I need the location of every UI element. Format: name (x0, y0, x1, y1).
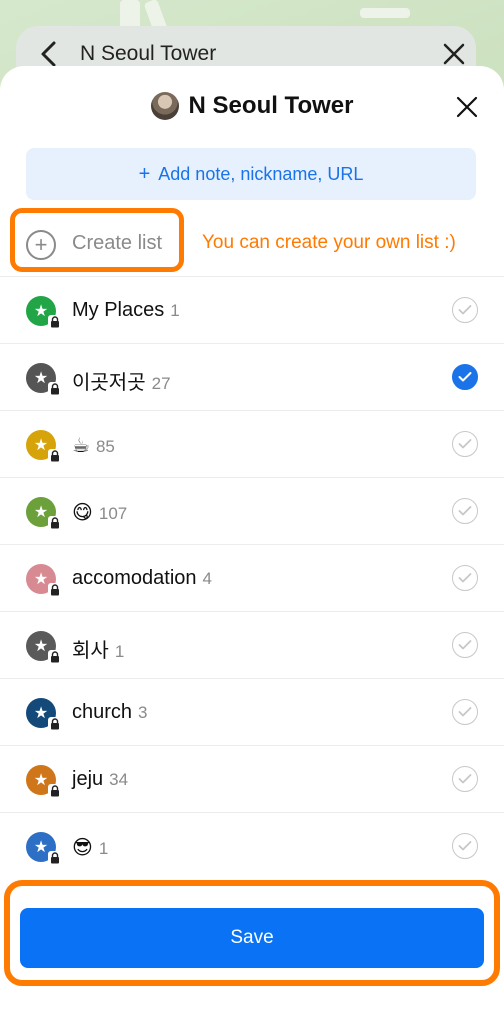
list-item-label: 😎 1 (72, 835, 108, 860)
lock-icon (48, 583, 62, 597)
checkbox[interactable] (452, 431, 478, 457)
lock-icon (48, 784, 62, 798)
search-text[interactable]: N Seoul Tower (80, 40, 216, 68)
list-count: 1 (114, 642, 125, 661)
checkbox-checked[interactable] (452, 364, 478, 390)
back-arrow-icon[interactable] (38, 40, 60, 68)
list-item[interactable]: ★ My Places 1 (0, 276, 504, 343)
annotation-text: You can create your own list :) (202, 232, 456, 253)
list-name: accomodation (72, 567, 197, 589)
list-item[interactable]: ★ 😎 1 (0, 812, 504, 879)
checkbox[interactable] (452, 297, 478, 323)
list-item-label: My Places 1 (72, 299, 180, 322)
list-count: 27 (151, 374, 171, 393)
list-count: 85 (95, 437, 115, 456)
list-name: 😎 (72, 837, 93, 859)
list-count: 107 (98, 504, 128, 523)
lock-icon (48, 851, 62, 865)
list-name: 😋 (72, 502, 93, 524)
list-item[interactable]: ★ 😋 107 (0, 477, 504, 544)
list-container: ★ My Places 1 ★ 이곳저곳 27 ★ ☕ 85 ★ 😋 107 ★ acc… (0, 276, 504, 879)
list-item[interactable]: ★ accomodation 4 (0, 544, 504, 611)
lock-icon (48, 717, 62, 731)
checkbox[interactable] (452, 833, 478, 859)
list-count: 1 (98, 839, 109, 858)
close-icon[interactable] (442, 42, 466, 66)
lock-icon (48, 650, 62, 664)
list-item-label: ☕ 85 (72, 433, 115, 458)
list-item[interactable]: ★ 이곳저곳 27 (0, 343, 504, 410)
list-item[interactable]: ★ church 3 (0, 678, 504, 745)
list-name: jeju (72, 768, 104, 790)
list-item[interactable]: ★ ☕ 85 (0, 410, 504, 477)
list-item[interactable]: ★ jeju 34 (0, 745, 504, 812)
checkbox[interactable] (452, 632, 478, 658)
list-item-label: church 3 (72, 701, 148, 724)
plus-icon: + (138, 162, 151, 185)
add-note-label: Add note, nickname, URL (158, 163, 364, 184)
save-button[interactable]: Save (20, 908, 484, 968)
add-note-button[interactable]: + Add note, nickname, URL (26, 148, 476, 200)
checkbox[interactable] (452, 565, 478, 591)
list-count: 3 (138, 703, 148, 722)
lock-icon (48, 449, 62, 463)
list-count: 34 (109, 770, 129, 789)
list-count: 4 (202, 569, 212, 588)
lock-icon (48, 382, 62, 396)
map-road (360, 8, 410, 18)
close-icon[interactable] (454, 94, 480, 120)
sheet-title: N Seoul Tower (188, 92, 354, 119)
list-item-label: 😋 107 (72, 500, 127, 525)
list-item-label: jeju 34 (72, 768, 128, 791)
list-item-label: 이곳저곳 27 (72, 366, 171, 395)
sheet-header: N Seoul Tower (0, 66, 504, 146)
list-name: My Places (72, 299, 165, 321)
lock-icon (48, 516, 62, 530)
list-name: ☕ (72, 435, 90, 457)
create-list-label[interactable]: Create list (72, 232, 162, 255)
list-item[interactable]: ★ 회사 1 (0, 611, 504, 678)
lock-icon (48, 315, 62, 329)
list-name: church (72, 701, 133, 723)
list-item-label: accomodation 4 (72, 567, 212, 590)
list-name: 이곳저곳 (72, 372, 146, 394)
place-avatar (150, 92, 179, 120)
list-name: 회사 (72, 640, 109, 662)
list-count: 1 (170, 301, 180, 320)
checkbox[interactable] (452, 498, 478, 524)
add-circle-icon[interactable]: + (26, 230, 56, 260)
checkbox[interactable] (452, 699, 478, 725)
checkbox[interactable] (452, 766, 478, 792)
list-item-label: 회사 1 (72, 634, 124, 663)
title-wrap: N Seoul Tower (0, 90, 504, 122)
